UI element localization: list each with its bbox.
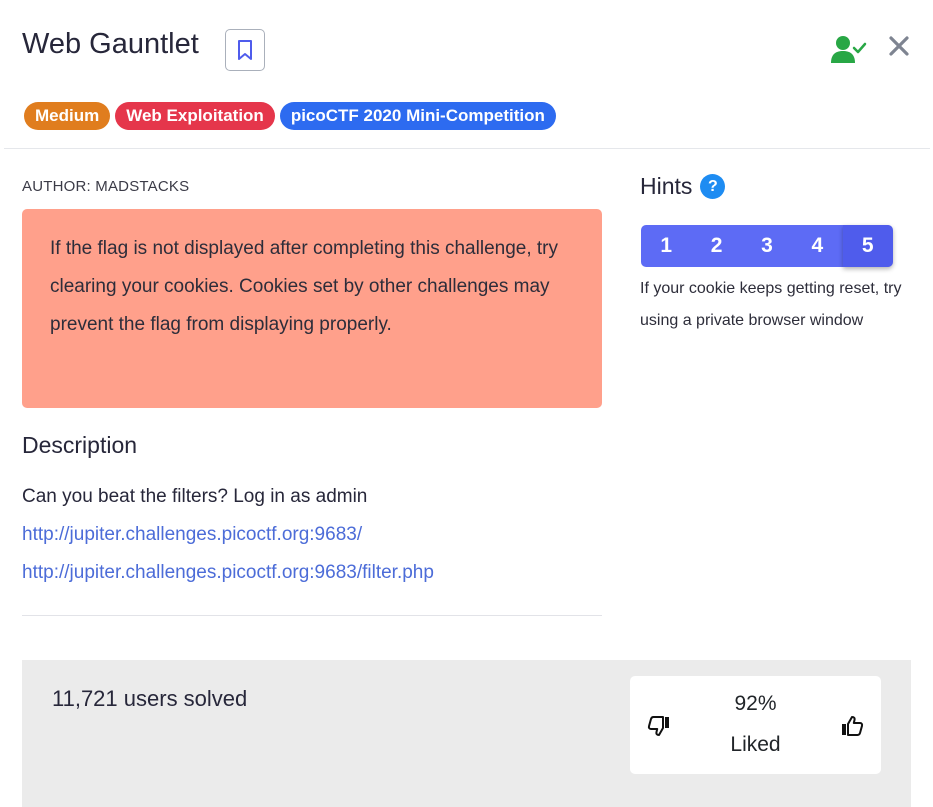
user-check-icon bbox=[831, 36, 867, 63]
author-label: AUTHOR: MADSTACKS bbox=[22, 178, 190, 195]
hint-button-3[interactable]: 3 bbox=[741, 225, 793, 267]
solved-count: 11,721 users solved bbox=[52, 686, 248, 711]
description-divider bbox=[22, 615, 602, 616]
hints-title: Hints bbox=[640, 173, 693, 199]
hint-button-1[interactable]: 1 bbox=[641, 225, 692, 267]
tag-list: Medium Web Exploitation picoCTF 2020 Min… bbox=[24, 102, 556, 130]
help-icon[interactable]: ? bbox=[700, 174, 726, 199]
description-text: Can you beat the filters? Log in as admi… bbox=[22, 486, 368, 507]
event-badge[interactable]: picoCTF 2020 Mini-Competition bbox=[279, 102, 556, 130]
close-icon[interactable] bbox=[887, 34, 911, 58]
cookie-warning-alert: If the flag is not displayed after compl… bbox=[22, 209, 602, 408]
hint-button-5[interactable]: 5 bbox=[842, 225, 893, 267]
thumbs-up-icon[interactable] bbox=[840, 714, 864, 738]
hint-button-group: 1 2 3 4 5 bbox=[641, 225, 893, 267]
bookmark-icon bbox=[238, 40, 252, 60]
difficulty-badge[interactable]: Medium bbox=[24, 102, 111, 130]
page-title: Web Gauntlet bbox=[22, 28, 199, 60]
liked-percent: 92% bbox=[734, 692, 777, 715]
rating-card: 92% Liked bbox=[630, 676, 881, 774]
hint-button-2[interactable]: 2 bbox=[691, 225, 742, 267]
bookmark-button[interactable] bbox=[225, 29, 265, 71]
header-divider bbox=[4, 148, 930, 149]
challenge-link[interactable]: http://jupiter.challenges.picoctf.org:96… bbox=[22, 524, 362, 546]
stats-footer: 11,721 users solved 92% Liked bbox=[22, 660, 911, 807]
filter-link[interactable]: http://jupiter.challenges.picoctf.org:96… bbox=[22, 562, 434, 584]
category-badge[interactable]: Web Exploitation bbox=[115, 102, 275, 130]
hint-content: If your cookie keeps getting reset, try … bbox=[640, 280, 902, 329]
hints-heading: Hints ? bbox=[640, 173, 726, 200]
description-heading: Description bbox=[22, 432, 138, 458]
hint-button-4[interactable]: 4 bbox=[792, 225, 843, 267]
